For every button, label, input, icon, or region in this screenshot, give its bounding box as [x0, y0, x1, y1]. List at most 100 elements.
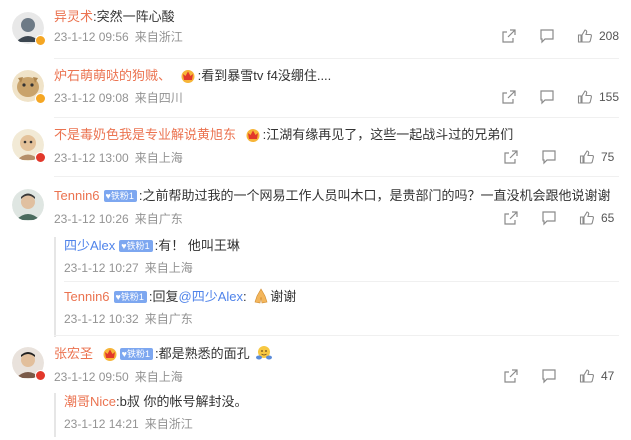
reply-username[interactable]: 潮哥Nice: [64, 394, 116, 409]
fan-badge: ♥铁粉1: [119, 240, 153, 252]
comment-location: 来自广东: [134, 212, 183, 226]
share-icon[interactable]: [503, 210, 519, 226]
comment-actions: 155: [479, 89, 619, 105]
comment-location: 来自上海: [134, 151, 183, 165]
comment-actions: 75: [481, 149, 619, 165]
comment-location: 来自浙江: [134, 30, 183, 44]
reply-thread-bar: [54, 393, 56, 437]
reply-time: 23-1-12 14:21: [64, 417, 139, 431]
comment-icon[interactable]: [541, 149, 557, 165]
like-button[interactable]: 155: [577, 89, 619, 105]
thumbs-up-icon: [577, 90, 592, 104]
comment-text: 江湖有缘再见了，这些一起战斗过的兄弟们: [266, 127, 514, 142]
like-count: 75: [601, 150, 615, 164]
share-icon[interactable]: [501, 28, 517, 44]
reply-line: Tennin6 ♥铁粉1:回复@四少Alex: 谢谢: [64, 288, 297, 304]
fan-badge-label: 铁粉1: [110, 191, 134, 201]
hug-emoji-icon: [256, 346, 273, 360]
comment-username[interactable]: 异灵术: [54, 9, 93, 24]
fan-badge-label: 铁粉1: [126, 241, 150, 251]
like-button[interactable]: 47: [579, 368, 619, 384]
like-count: 47: [601, 369, 615, 383]
comment-icon[interactable]: [539, 28, 555, 44]
reply-username[interactable]: Tennin6: [64, 289, 110, 304]
fan-badge: ♥铁粉1: [103, 190, 137, 202]
comment-username[interactable]: 张宏圣: [54, 346, 93, 361]
divider: [64, 281, 619, 282]
comment-username[interactable]: 不是毒奶色我是专业解说黄旭东: [54, 127, 236, 142]
comment-location: 来自上海: [134, 370, 183, 384]
reply-time: 23-1-12 10:32: [64, 312, 139, 326]
reply-location: 来自广东: [144, 312, 193, 326]
reply-thread-bar: [54, 237, 56, 337]
divider: [54, 176, 619, 177]
comment-text: 之前帮助过我的一个网易工作人员叫木口，是贵部门的吗？一直没机会跟他说谢谢: [142, 188, 611, 203]
avatar[interactable]: [12, 129, 46, 163]
comment-line: 张宏圣 ♥铁粉1:都是熟悉的面孔: [54, 345, 273, 363]
thumbs-up-icon: [579, 150, 594, 164]
like-button[interactable]: 208: [577, 28, 619, 44]
thumbs-up-icon: [579, 211, 594, 225]
comment-line: 炉石萌萌哒的狗贼、 :看到暴雪tv f4没绷住....: [54, 68, 332, 83]
reply-meta: 23-1-12 10:32 来自广东: [64, 310, 193, 327]
comment-line: Tennin6 ♥铁粉1:之前帮助过我的一个网易工作人员叫木口，是贵部门的吗？一直…: [54, 188, 611, 203]
comment-text: 看到暴雪tv f4没绷住....: [201, 68, 332, 83]
reply-prefix: 回复: [152, 289, 179, 304]
reply-meta: 23-1-12 14:21 来自浙江: [64, 415, 193, 432]
comment-icon[interactable]: [539, 89, 555, 105]
avatar-image: [12, 189, 44, 221]
verified-badge-icon: [35, 370, 46, 381]
avatar[interactable]: [12, 347, 46, 381]
reply-line: 潮哥Nice:b叔 你的帐号解封没。: [64, 394, 248, 409]
comment-text: 突然一阵心酸: [96, 9, 175, 24]
like-button[interactable]: 75: [579, 149, 619, 165]
comment-meta: 23-1-12 09:08 来自四川: [54, 89, 183, 106]
share-icon[interactable]: [503, 368, 519, 384]
fan-badge: ♥铁粉1: [119, 348, 153, 360]
reply-mention[interactable]: @四少Alex: [179, 289, 244, 304]
crown-badge-icon: [246, 129, 260, 142]
share-icon[interactable]: [503, 149, 519, 165]
comment-icon[interactable]: [541, 210, 557, 226]
comment-time: 23-1-12 13:00: [54, 151, 129, 165]
comment-time: 23-1-12 09:56: [54, 30, 129, 44]
crown-badge-icon: [103, 348, 117, 361]
praying-hands-emoji-icon: [254, 288, 268, 304]
comment-line: 不是毒奶色我是专业解说黄旭东 :江湖有缘再见了，这些一起战斗过的兄弟们: [54, 127, 514, 142]
comment-username[interactable]: 炉石萌萌哒的狗贼、: [54, 68, 171, 83]
reply-text: 有！ 他叫王琳: [158, 238, 240, 253]
reply-username[interactable]: 四少Alex: [64, 238, 115, 253]
like-button[interactable]: 65: [579, 210, 619, 226]
thumbs-up-icon: [579, 369, 594, 383]
verified-badge-icon: [35, 152, 46, 163]
like-count: 155: [598, 90, 619, 104]
reply-line: 四少Alex ♥铁粉1:有！ 他叫王琳: [64, 238, 240, 253]
reply-text: 谢谢: [270, 289, 297, 304]
avatar[interactable]: [12, 12, 46, 46]
share-icon[interactable]: [501, 89, 517, 105]
verified-badge-icon: [35, 93, 46, 104]
fan-badge-label: 铁粉1: [120, 292, 144, 302]
reply-location: 来自上海: [144, 261, 193, 275]
comment-time: 23-1-12 09:50: [54, 370, 129, 384]
avatar[interactable]: [12, 70, 46, 104]
reply-text: b叔 你的帐号解封没。: [119, 394, 248, 409]
comment-meta: 23-1-12 10:26 来自广东: [54, 210, 183, 227]
reply-location: 来自浙江: [144, 417, 193, 431]
comment-text: 都是熟悉的面孔: [158, 346, 250, 361]
crown-badge-icon: [181, 70, 195, 83]
comment-meta: 23-1-12 09:56 来自浙江: [54, 28, 183, 45]
avatar[interactable]: [12, 189, 44, 221]
comment-actions: 47: [481, 368, 619, 384]
comment-icon[interactable]: [541, 368, 557, 384]
comment-location: 来自四川: [134, 91, 183, 105]
divider: [54, 335, 619, 336]
like-count: 208: [598, 29, 619, 43]
comment-username[interactable]: Tennin6: [54, 188, 100, 203]
divider: [54, 117, 619, 118]
comment-actions: 65: [481, 210, 619, 226]
comment-meta: 23-1-12 09:50 来自上海: [54, 368, 183, 385]
divider: [54, 58, 619, 59]
fan-badge-label: 铁粉1: [126, 349, 150, 359]
comment-time: 23-1-12 10:26: [54, 212, 129, 226]
